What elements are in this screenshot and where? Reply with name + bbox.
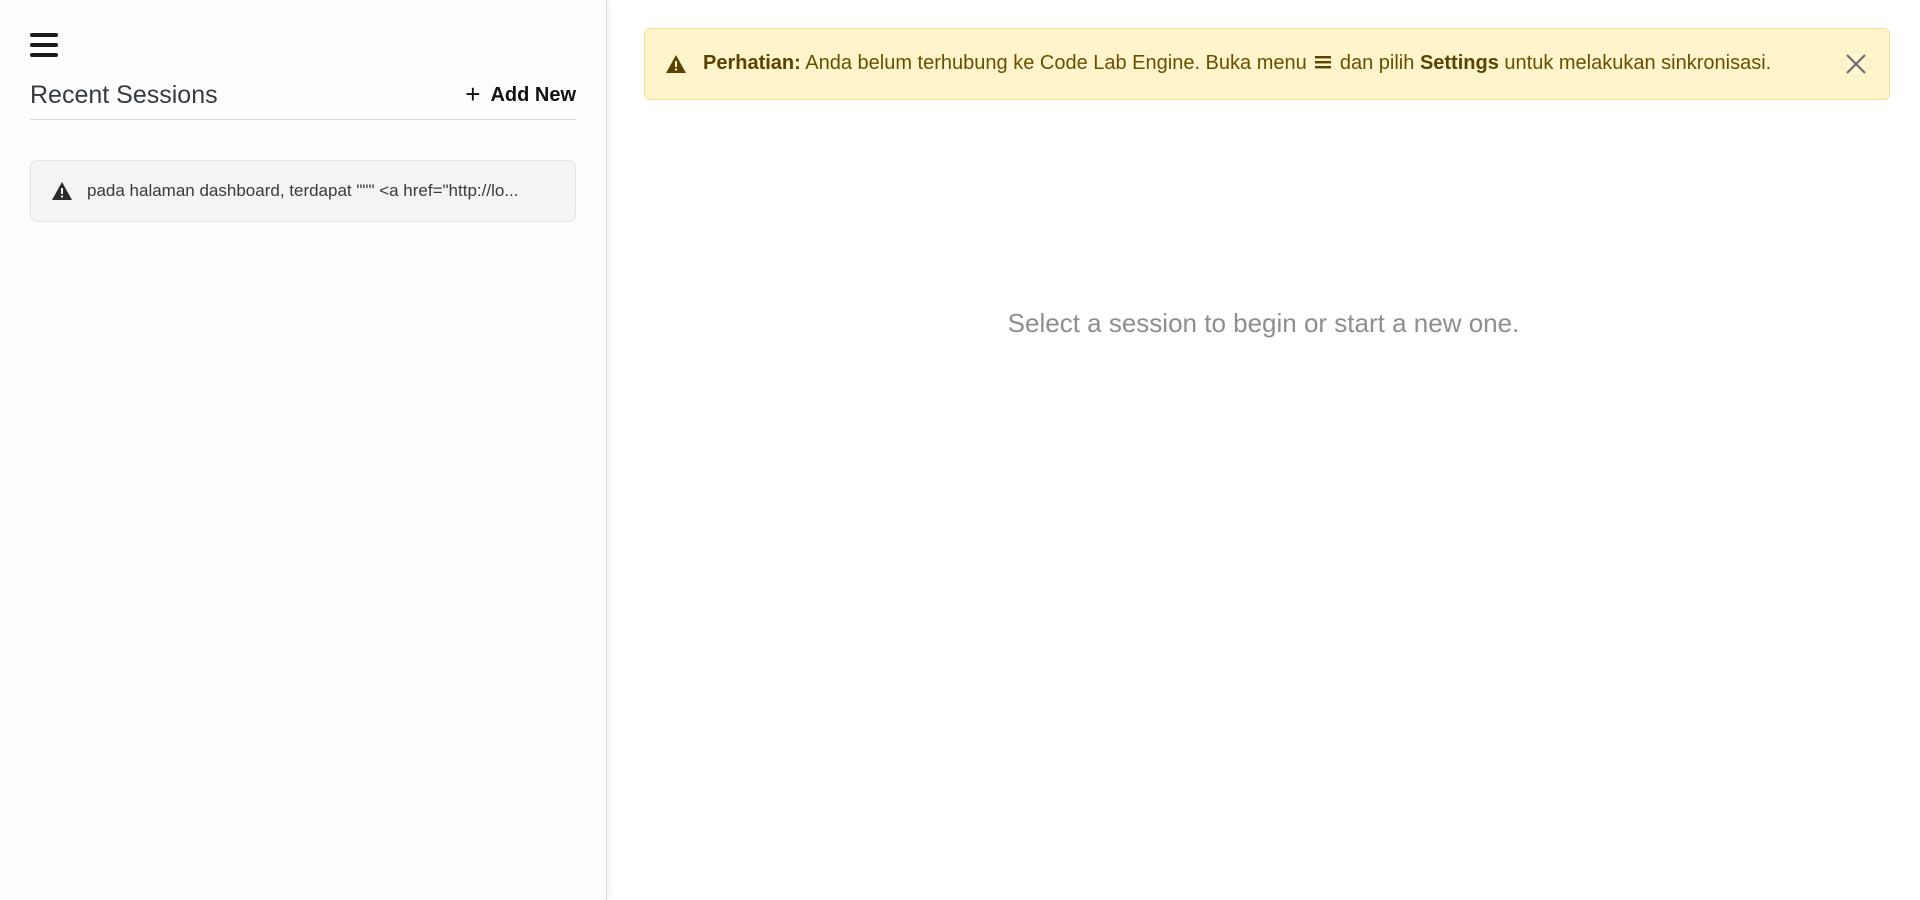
hamburger-menu-icon[interactable]	[30, 30, 60, 60]
alert-text-3: untuk melakukan sinkronisasi.	[1504, 52, 1772, 75]
add-new-button[interactable]: + Add New	[465, 79, 576, 109]
sidebar-header: Recent Sessions + Add New	[30, 80, 576, 120]
empty-state-message: Select a session to begin or start a new…	[1007, 308, 1520, 338]
plus-icon: +	[465, 79, 481, 109]
session-list: pada halaman dashboard, terdapat """ <a …	[30, 160, 576, 222]
sidebar-title: Recent Sessions	[30, 81, 218, 109]
connection-alert: Perhatian: Anda belum terhubung ke Code …	[644, 28, 1890, 100]
add-new-label: Add New	[490, 84, 576, 106]
app-root: Recent Sessions + Add New pada halaman d…	[0, 0, 1920, 900]
warning-triangle-icon	[51, 181, 73, 201]
alert-prefix: Perhatian:	[703, 52, 801, 75]
alert-settings-label: Settings	[1419, 52, 1499, 75]
session-item-label: pada halaman dashboard, terdapat """ <a …	[87, 181, 519, 200]
main-panel: Perhatian: Anda belum terhubung ke Code …	[607, 0, 1920, 900]
alert-message: Perhatian: Anda belum terhubung ke Code …	[703, 52, 1843, 75]
warning-triangle-icon	[665, 54, 687, 74]
sidebar: Recent Sessions + Add New pada halaman d…	[0, 0, 607, 900]
hamburger-inline-icon	[1315, 53, 1332, 76]
alert-text-1: Anda belum terhubung ke Code Lab Engine.…	[805, 52, 1307, 75]
session-item[interactable]: pada halaman dashboard, terdapat """ <a …	[30, 160, 576, 222]
alert-text-2: dan pilih	[1339, 52, 1415, 75]
close-icon[interactable]	[1843, 51, 1869, 77]
